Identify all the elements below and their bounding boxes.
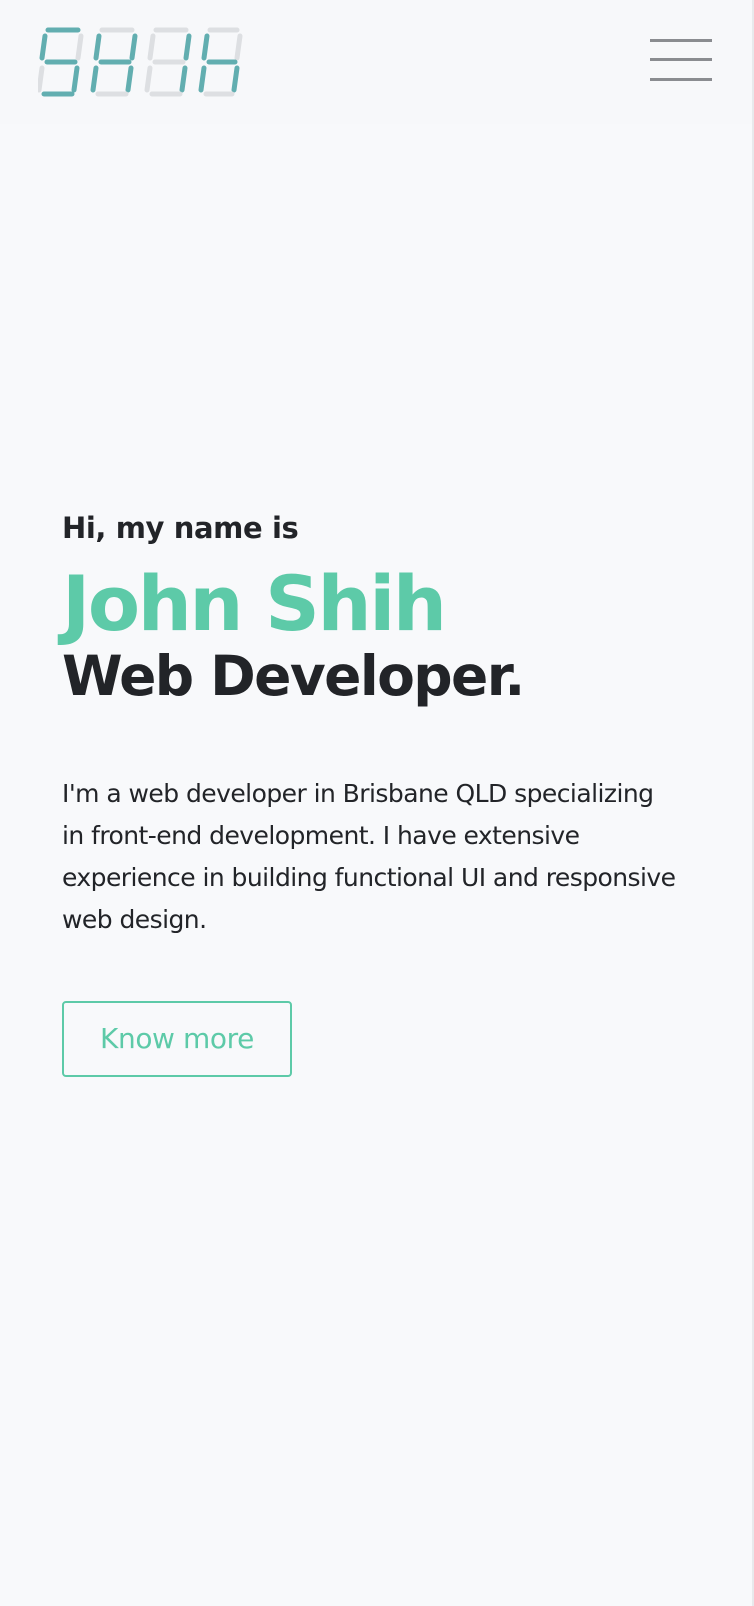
site-header: [0, 0, 752, 124]
know-more-button[interactable]: Know more: [62, 1001, 292, 1077]
hero-name: John Shih: [62, 559, 447, 648]
hero-introduction: I'm a web developer in Brisbane QLD spec…: [62, 779, 676, 934]
hamburger-menu-icon-line-middle: [650, 58, 712, 61]
hero-greeting: Hi, my name is: [62, 511, 299, 545]
hamburger-menu-icon-line-bottom: [650, 78, 712, 81]
hero-section: Hi, my name is John Shih Web Developer. …: [62, 505, 702, 1077]
site-logo[interactable]: [36, 24, 243, 100]
hamburger-menu-button[interactable]: [650, 36, 712, 84]
hero-role: Web Developer.: [62, 644, 525, 708]
hamburger-menu-icon-line-top: [650, 39, 712, 42]
seven-segment-logo-icon: [36, 27, 243, 97]
